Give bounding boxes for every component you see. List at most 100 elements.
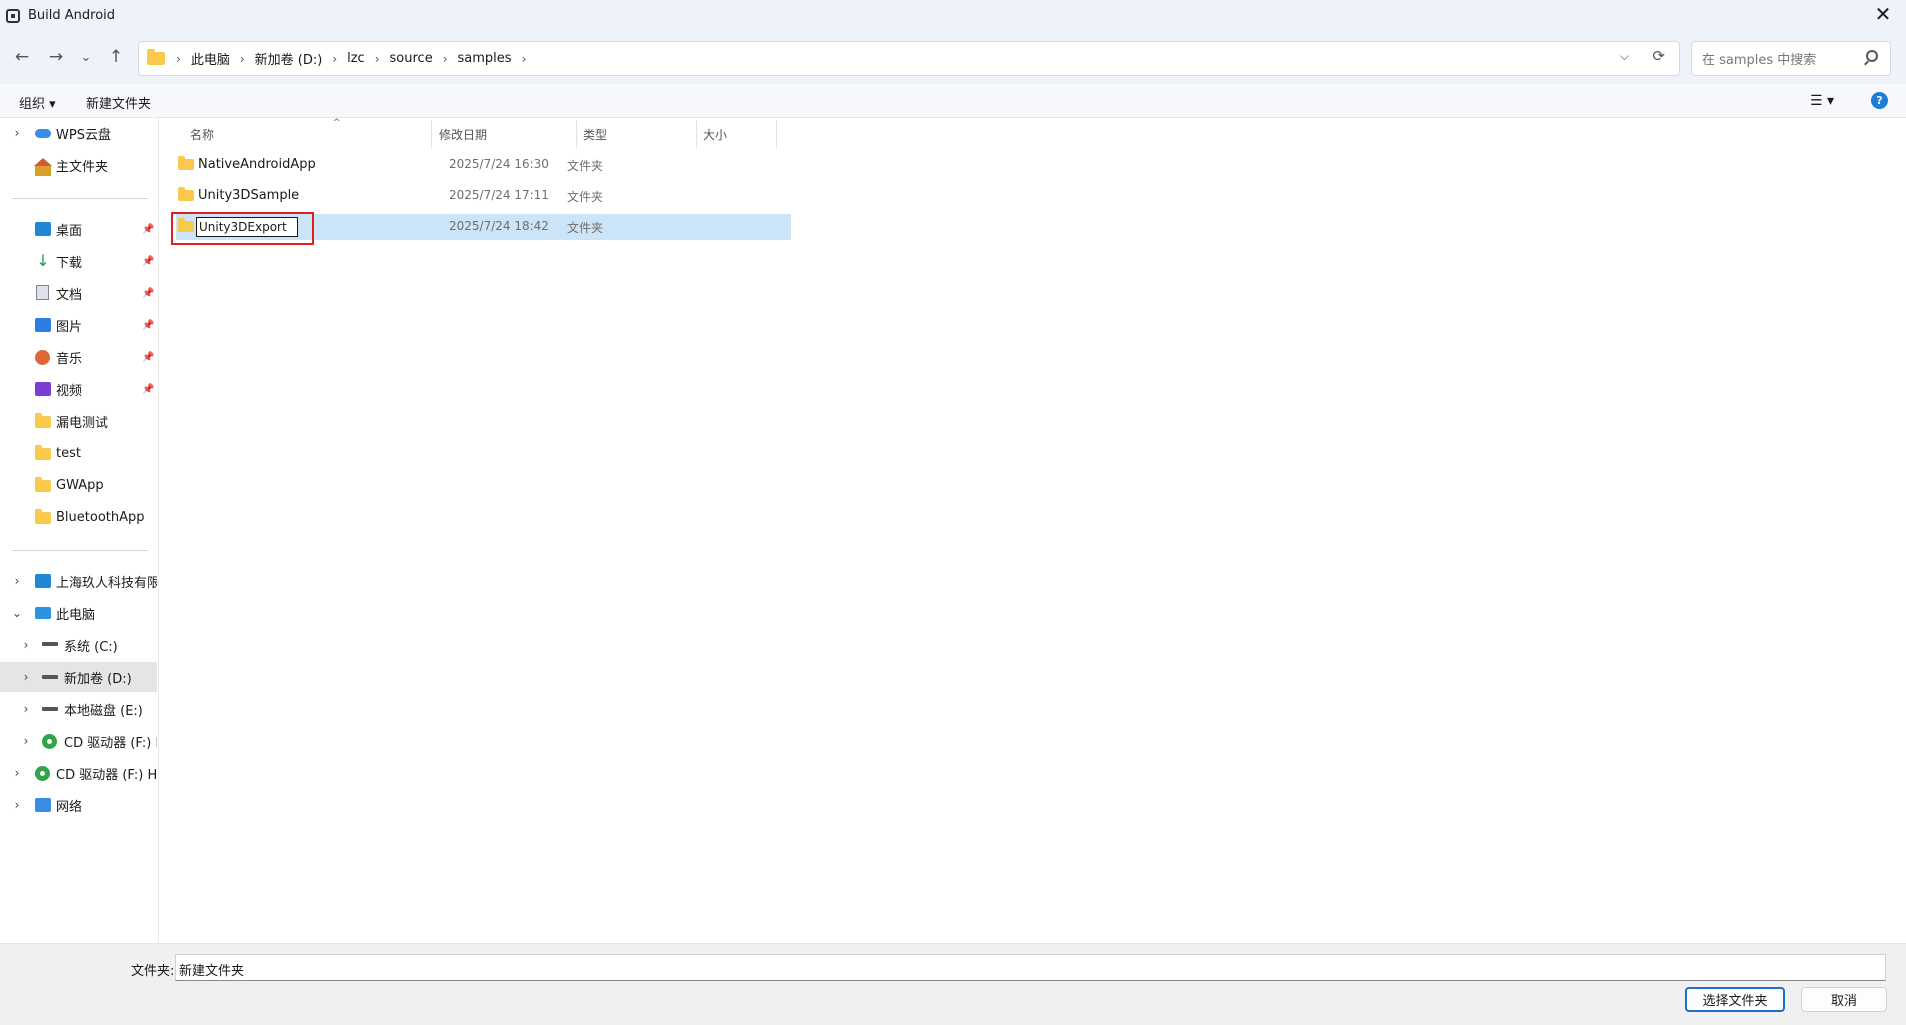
column-divider[interactable] — [696, 120, 697, 148]
annotation-highlight-box — [171, 212, 314, 245]
network-icon — [35, 798, 51, 812]
column-label: 类型 — [583, 127, 608, 142]
system-drive-icon — [42, 642, 58, 646]
pin-icon[interactable]: 📌 — [142, 224, 154, 235]
breadcrumb-lzc[interactable]: lzc — [342, 51, 370, 66]
pin-icon[interactable]: 📌 — [142, 384, 154, 395]
sidebar-item-drive-e[interactable]: › 本地磁盘 (E:) — [0, 694, 157, 724]
sidebar-item-videos[interactable]: 视频 📌 — [0, 374, 157, 404]
column-header-modified[interactable]: 修改日期 — [439, 120, 487, 148]
column-divider[interactable] — [431, 120, 432, 148]
address-dropdown-icon[interactable]: ⌵ — [1620, 49, 1629, 64]
file-type: 文件夹 — [567, 190, 604, 204]
column-header-type[interactable]: 类型 — [583, 120, 607, 148]
unity-app-icon — [6, 8, 20, 23]
sidebar-item-drive-d[interactable]: › 新加卷 (D:) — [0, 662, 157, 692]
new-folder-button[interactable]: 新建文件夹 — [86, 93, 151, 112]
cancel-button[interactable]: 取消 — [1801, 987, 1887, 1012]
chevron-right-icon[interactable]: › — [11, 766, 23, 780]
breadcrumb-samples[interactable]: samples — [453, 51, 517, 66]
chevron-right-icon[interactable]: › — [11, 798, 23, 812]
address-bar[interactable]: › 此电脑 › 新加卷 (D:) › lzc › source › sample… — [138, 41, 1680, 76]
table-row[interactable]: NativeAndroidApp 2025/7/24 16:30 文件夹 — [176, 152, 791, 178]
sidebar-item-home[interactable]: 主文件夹 — [0, 150, 157, 180]
folder-icon — [35, 445, 51, 460]
divider — [12, 198, 148, 199]
view-options-button[interactable]: ☰ ▾ — [1810, 93, 1834, 109]
close-button[interactable]: ✕ — [1870, 2, 1896, 26]
chevron-right-icon[interactable]: › — [20, 638, 32, 652]
sidebar-item-music[interactable]: 音乐 📌 — [0, 342, 157, 372]
column-label: 名称 — [190, 127, 215, 142]
desktop-icon — [35, 222, 51, 236]
sidebar-item-label: 系统 (C:) — [64, 639, 118, 655]
table-row[interactable]: Unity3DSample 2025/7/24 17:11 文件夹 — [176, 183, 791, 209]
sidebar-item-cd-drive[interactable]: › CD 驱动器 (F:) HiS — [0, 758, 157, 788]
folder-icon — [178, 156, 194, 170]
sidebar-item-folder[interactable]: test — [0, 438, 157, 468]
column-divider[interactable] — [576, 120, 577, 148]
organize-menu[interactable]: 组织 ▾ — [19, 93, 56, 112]
sidebar-item-label: 音乐 — [56, 351, 83, 367]
sidebar-item-label: 图片 — [56, 319, 83, 335]
sidebar-item-label: BluetoothApp — [56, 509, 145, 525]
breadcrumb-separator: › — [176, 51, 181, 66]
chevron-down-icon[interactable]: ⌄ — [11, 606, 23, 620]
drive-icon — [42, 675, 58, 679]
pin-icon[interactable]: 📌 — [142, 256, 154, 267]
sidebar-item-folder[interactable]: GWApp — [0, 470, 157, 500]
chevron-right-icon[interactable]: › — [20, 670, 32, 684]
breadcrumb-drive-d[interactable]: 新加卷 (D:) — [250, 49, 328, 68]
sidebar-item-downloads[interactable]: ↓ 下载 📌 — [0, 246, 157, 276]
sidebar-item-label: 文档 — [56, 287, 83, 303]
chevron-right-icon[interactable]: › — [11, 574, 23, 588]
folder-name-field[interactable]: 新建文件夹 — [175, 954, 1886, 981]
column-header-size[interactable]: 大小 — [703, 120, 727, 148]
file-modified: 2025/7/24 18:42 — [449, 219, 549, 233]
sidebar-item-desktop[interactable]: 桌面 📌 — [0, 214, 157, 244]
sidebar-item-this-pc[interactable]: ⌄ 此电脑 — [0, 598, 157, 628]
sidebar-item-documents[interactable]: 文档 📌 — [0, 278, 157, 308]
pin-icon[interactable]: 📌 — [142, 288, 154, 299]
refresh-icon[interactable]: ⟳ — [1652, 47, 1665, 65]
org-icon — [35, 574, 51, 588]
breadcrumb-source[interactable]: source — [385, 51, 438, 66]
recent-locations-button[interactable]: ⌄ — [74, 45, 98, 69]
pictures-icon — [35, 318, 51, 332]
chevron-right-icon[interactable]: › — [20, 734, 32, 748]
help-icon[interactable]: ? — [1871, 92, 1888, 109]
column-divider[interactable] — [776, 120, 777, 148]
sidebar-item-wps-cloud[interactable]: › WPS云盘 — [0, 118, 157, 148]
dialog-footer: 文件夹: 新建文件夹 选择文件夹 取消 — [0, 943, 1906, 1025]
sidebar-item-label: test — [56, 445, 81, 461]
sidebar-item-cd-drive[interactable]: › CD 驱动器 (F:) Hi — [0, 726, 157, 756]
back-button[interactable]: ← — [10, 45, 34, 69]
sidebar-item-label: 本地磁盘 (E:) — [64, 703, 143, 719]
sidebar-item-organization[interactable]: › 上海玖人科技有限公 — [0, 566, 157, 596]
sidebar-item-folder[interactable]: 漏电测试 — [0, 406, 157, 436]
cd-icon — [35, 766, 50, 781]
sidebar-item-drive-c[interactable]: › 系统 (C:) — [0, 630, 157, 660]
sidebar-item-label: 桌面 — [56, 223, 83, 239]
column-header-name[interactable]: 名称 ^ — [190, 118, 341, 148]
chevron-right-icon[interactable]: › — [11, 126, 23, 140]
file-list: 名称 ^ 修改日期 类型 大小 NativeAndroidApp 2025/7/… — [160, 118, 1906, 943]
breadcrumb-this-pc[interactable]: 此电脑 — [186, 49, 235, 68]
up-button[interactable]: ↑ — [104, 45, 128, 69]
search-input[interactable]: 在 samples 中搜索 — [1691, 41, 1891, 76]
search-icon[interactable] — [1866, 50, 1878, 62]
forward-button[interactable]: → — [44, 45, 68, 69]
file-modified: 2025/7/24 16:30 — [449, 157, 549, 171]
select-folder-button[interactable]: 选择文件夹 — [1685, 987, 1785, 1012]
column-label: 修改日期 — [439, 127, 488, 142]
pin-icon[interactable]: 📌 — [142, 320, 154, 331]
sidebar-item-pictures[interactable]: 图片 📌 — [0, 310, 157, 340]
pin-icon[interactable]: 📌 — [142, 352, 154, 363]
file-modified: 2025/7/24 17:11 — [449, 188, 549, 202]
sidebar-item-folder[interactable]: BluetoothApp — [0, 502, 157, 532]
sidebar-item-label: 网络 — [56, 799, 83, 815]
sidebar-item-network[interactable]: › 网络 — [0, 790, 157, 820]
file-type: 文件夹 — [567, 159, 604, 173]
home-icon — [34, 158, 52, 176]
chevron-right-icon[interactable]: › — [20, 702, 32, 716]
